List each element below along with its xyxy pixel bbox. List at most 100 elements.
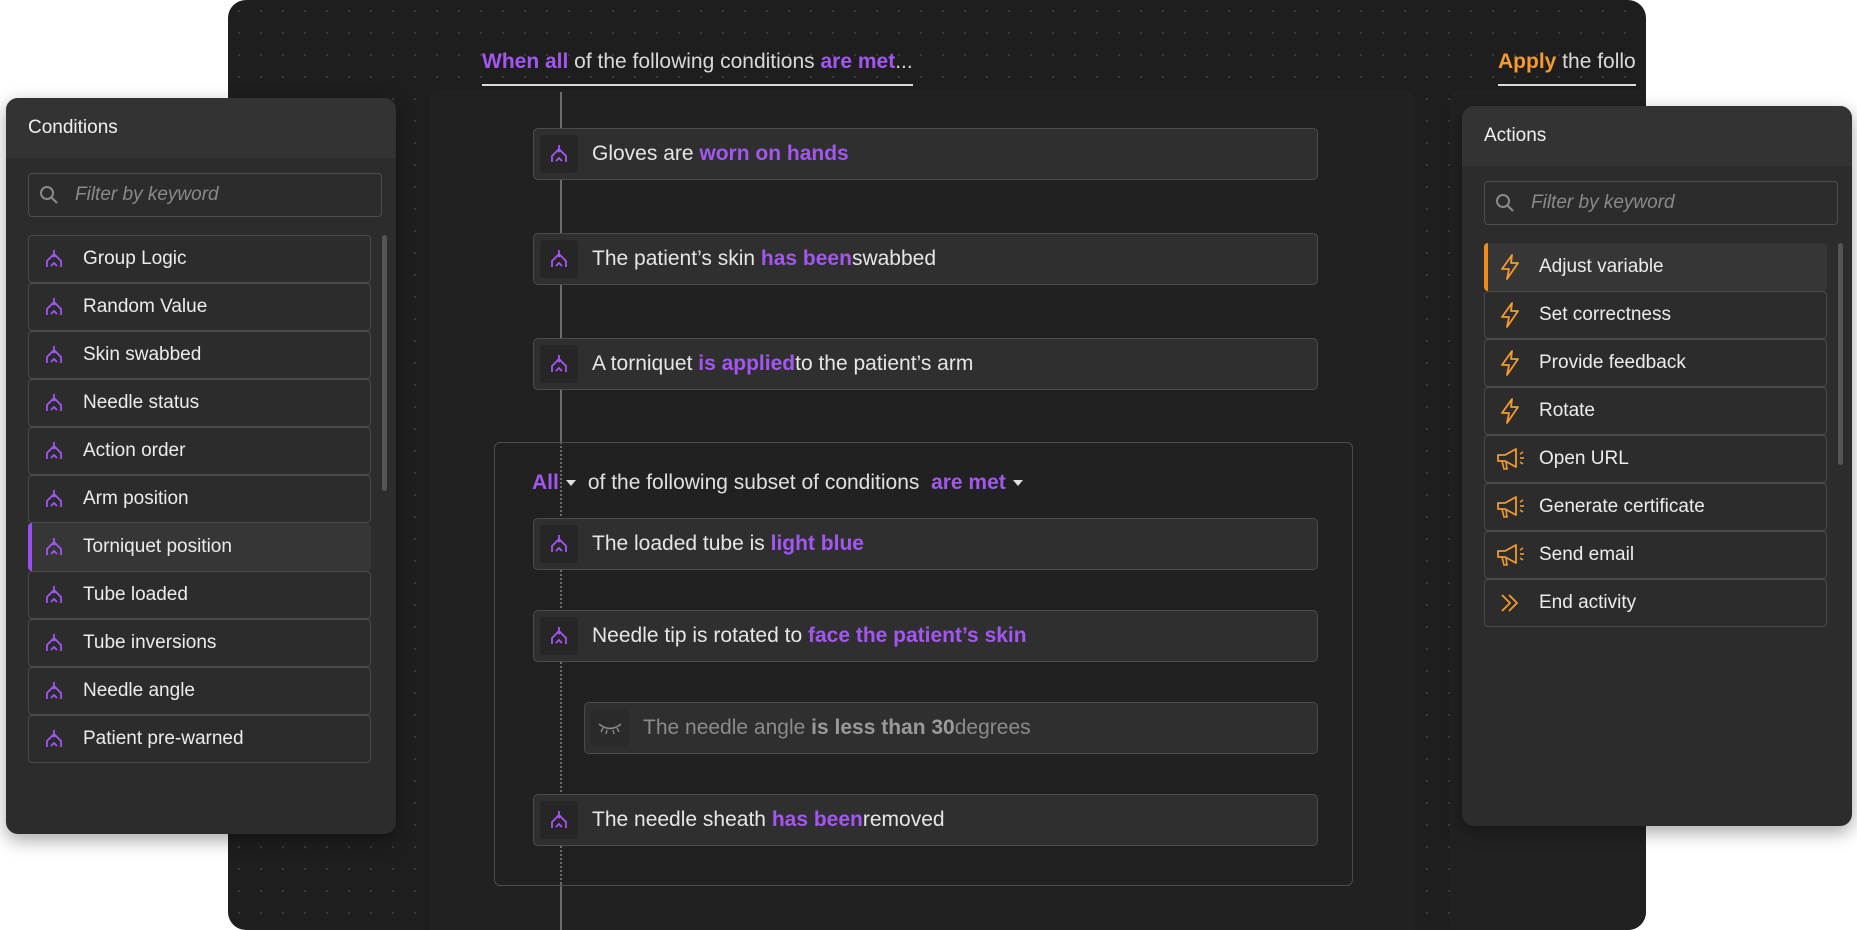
condition-block[interactable]: Needle tip is rotated to face the patien… xyxy=(533,610,1318,662)
condition-list-item[interactable]: Torniquet position xyxy=(28,523,371,571)
condition-block[interactable]: The needle sheath has been removed xyxy=(533,794,1318,846)
action-list-item[interactable]: End activity xyxy=(1484,579,1827,627)
action-list-item[interactable]: Open URL xyxy=(1484,435,1827,483)
search-icon xyxy=(1496,194,1514,212)
action-list-label: End activity xyxy=(1539,592,1637,613)
actions-scrollbar[interactable] xyxy=(1838,243,1843,465)
condition-icon xyxy=(39,388,69,418)
condition-block[interactable]: The patient’s skin has been swabbed xyxy=(533,233,1318,285)
condition-list-item[interactable]: Tube inversions xyxy=(28,619,371,667)
condition-list-item[interactable]: Needle status xyxy=(28,379,371,427)
when-quantifier[interactable]: When all xyxy=(482,50,568,73)
action-list-label: Provide feedback xyxy=(1539,352,1686,373)
action-list-item[interactable]: Send email xyxy=(1484,531,1827,579)
condition-highlight[interactable]: is applied xyxy=(698,352,795,376)
condition-icon xyxy=(39,532,69,562)
chevron-down-icon[interactable] xyxy=(565,480,576,486)
subset-heading-text: of the following subset of conditions xyxy=(587,471,920,494)
condition-text: Gloves are xyxy=(592,142,694,165)
apply-heading: Apply the follo xyxy=(1498,50,1636,86)
conditions-search[interactable] xyxy=(28,173,382,217)
condition-text: The loaded tube is xyxy=(592,532,765,555)
megaphone-icon xyxy=(1495,540,1525,570)
condition-highlight[interactable]: light blue xyxy=(771,532,864,556)
apply-keyword[interactable]: Apply xyxy=(1498,50,1556,73)
condition-icon xyxy=(39,628,69,658)
megaphone-icon xyxy=(1495,444,1525,474)
subset-verb-dropdown[interactable]: are met xyxy=(931,471,1006,495)
action-list-item[interactable]: Rotate xyxy=(1484,387,1827,435)
condition-list-label: Tube loaded xyxy=(83,584,188,605)
apply-heading-text: the follo xyxy=(1556,50,1636,73)
double-chevron-right-icon xyxy=(1495,588,1525,618)
condition-icon xyxy=(540,801,578,839)
action-list-item[interactable]: Provide feedback xyxy=(1484,339,1827,387)
condition-icon xyxy=(39,484,69,514)
lightning-icon xyxy=(1495,396,1525,426)
action-list-label: Adjust variable xyxy=(1539,256,1664,277)
condition-block[interactable]: Gloves are worn on hands xyxy=(533,128,1318,180)
condition-list-item[interactable]: Skin swabbed xyxy=(28,331,371,379)
when-verb[interactable]: are met xyxy=(821,50,896,73)
condition-text: degrees xyxy=(954,716,1031,739)
condition-icon xyxy=(540,135,578,173)
condition-list-item[interactable]: Needle angle xyxy=(28,667,371,715)
condition-text: The patient’s skin xyxy=(592,247,756,270)
lightning-icon xyxy=(1495,252,1525,282)
action-list-item[interactable]: Set correctness xyxy=(1484,291,1827,339)
condition-list-item[interactable]: Patient pre-warned xyxy=(28,715,371,763)
condition-list-item[interactable]: Tube loaded xyxy=(28,571,371,619)
action-list-item[interactable]: Adjust variable xyxy=(1484,243,1827,291)
condition-list-label: Arm position xyxy=(83,488,189,509)
condition-list-label: Skin swabbed xyxy=(83,344,202,365)
condition-list-label: Group Logic xyxy=(83,248,187,269)
condition-list-label: Patient pre-warned xyxy=(83,728,244,749)
conditions-panel-title: Conditions xyxy=(6,98,396,158)
condition-text: The needle sheath xyxy=(592,808,766,831)
condition-list-item[interactable]: Action order xyxy=(28,427,371,475)
condition-list-label: Torniquet position xyxy=(83,536,232,557)
condition-icon xyxy=(540,617,578,655)
condition-highlight[interactable]: is less than 30 xyxy=(811,716,955,740)
lightning-icon xyxy=(1495,348,1525,378)
condition-list-label: Action order xyxy=(83,440,186,461)
condition-list-item[interactable]: Arm position xyxy=(28,475,371,523)
actions-search-input[interactable] xyxy=(1529,191,1837,215)
action-list-label: Send email xyxy=(1539,544,1635,565)
condition-icon xyxy=(540,345,578,383)
logic-canvas: When all of the following conditions are… xyxy=(228,0,1646,930)
condition-text: swabbed xyxy=(851,247,936,270)
condition-block-disabled[interactable]: The needle angle is less than 30 degrees xyxy=(584,702,1318,754)
eye-closed-icon[interactable] xyxy=(591,709,629,747)
action-list-label: Rotate xyxy=(1539,400,1595,421)
condition-list-label: Needle status xyxy=(83,392,200,413)
condition-list-item[interactable]: Random Value xyxy=(28,283,371,331)
actions-search[interactable] xyxy=(1484,181,1838,225)
condition-highlight[interactable]: has been xyxy=(761,247,852,271)
condition-list-label: Tube inversions xyxy=(83,632,217,653)
condition-icon xyxy=(39,724,69,754)
subset-quantifier-dropdown[interactable]: All xyxy=(532,471,559,495)
action-list-item[interactable]: Generate certificate xyxy=(1484,483,1827,531)
conditions-search-input[interactable] xyxy=(73,183,381,207)
condition-icon xyxy=(540,240,578,278)
condition-text: The needle angle xyxy=(643,716,806,739)
condition-icon xyxy=(39,436,69,466)
condition-highlight[interactable]: face the patient’s skin xyxy=(808,624,1027,648)
condition-text: Needle tip is rotated to xyxy=(592,624,803,647)
condition-icon xyxy=(39,292,69,322)
condition-icon xyxy=(39,244,69,274)
condition-highlight[interactable]: has been xyxy=(772,808,863,832)
condition-list-item[interactable]: Group Logic xyxy=(28,235,371,283)
condition-text: A torniquet xyxy=(592,352,693,375)
condition-highlight[interactable]: worn on hands xyxy=(699,142,848,166)
connector-line xyxy=(560,884,562,930)
condition-block[interactable]: The loaded tube is light blue xyxy=(533,518,1318,570)
chevron-down-icon[interactable] xyxy=(1012,480,1023,486)
actions-panel-title: Actions xyxy=(1462,106,1852,166)
condition-block[interactable]: A torniquet is applied to the patient’s … xyxy=(533,338,1318,390)
condition-icon xyxy=(39,676,69,706)
subset-heading: All of the following subset of conditions… xyxy=(532,471,1035,495)
lightning-icon xyxy=(1495,300,1525,330)
conditions-scrollbar[interactable] xyxy=(382,235,387,491)
